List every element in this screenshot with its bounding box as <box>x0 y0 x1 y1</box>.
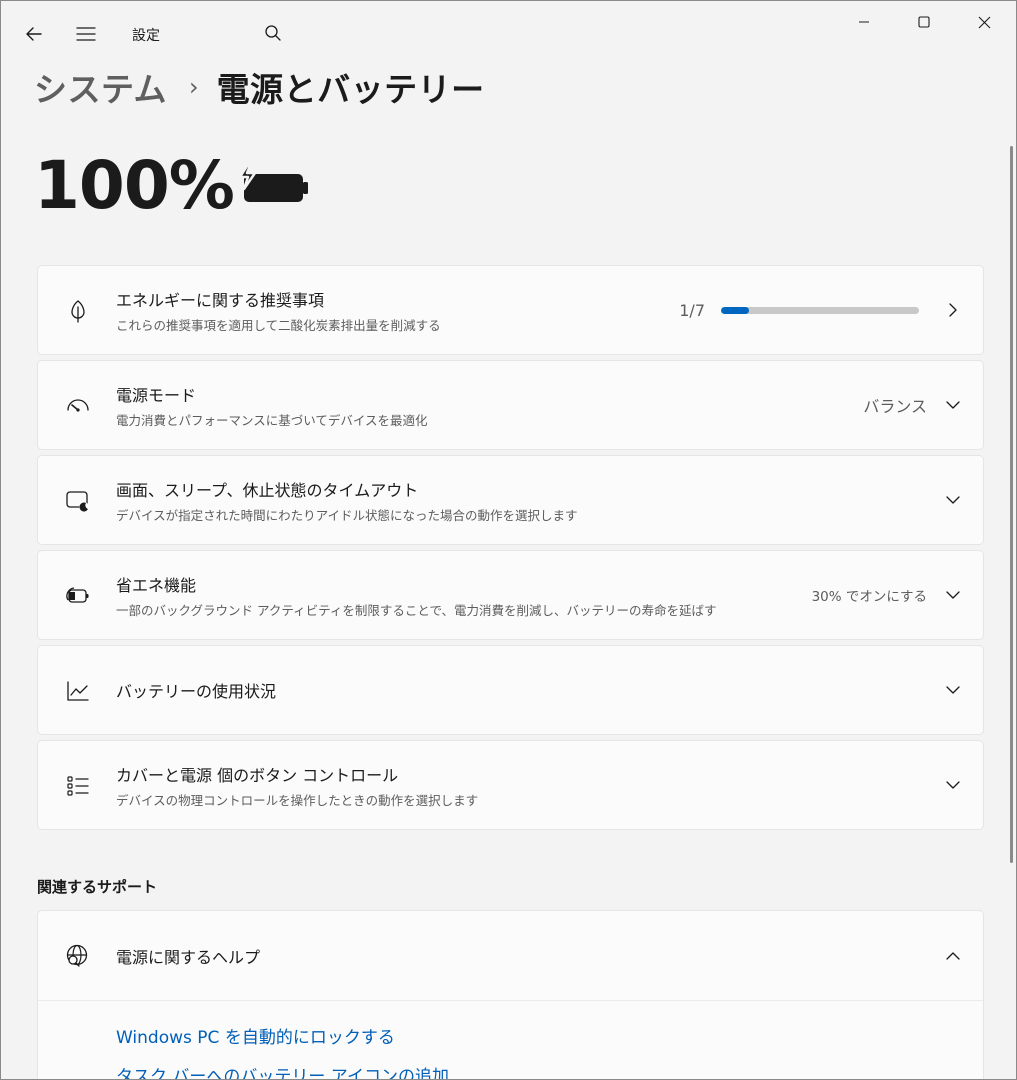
power-mode-title: 電源モード <box>116 385 197 405</box>
chevron-down-icon <box>943 775 963 795</box>
energy-progress-text: 1/7 <box>679 300 705 320</box>
list-controls-icon <box>58 766 98 806</box>
screen-sleep-title: 画面、スリープ、休止状態のタイムアウト <box>116 480 419 500</box>
battery-percentage: 100% <box>34 147 235 224</box>
back-arrow-icon <box>26 27 42 41</box>
energy-saver-subtitle: 一部のバックグラウンド アクティビティを制限することで、電力消費を削減し、バッテ… <box>116 602 717 618</box>
minimize-icon <box>859 21 869 23</box>
screen-sleep-card[interactable]: 画面、スリープ、休止状態のタイムアウト デバイスが指定された時間にわたりアイドル… <box>37 455 984 545</box>
power-mode-card[interactable]: 電源モード 電力消費とパフォーマンスに基づいてデバイスを最適化 バランス <box>37 360 984 450</box>
lid-power-buttons-card[interactable]: カバーと電源 個のボタン コントロール デバイスの物理コントロールを操作したとき… <box>37 740 984 830</box>
close-button[interactable] <box>954 1 1014 43</box>
battery-usage-title: バッテリーの使用状況 <box>116 682 277 701</box>
maximize-icon <box>918 16 930 28</box>
leaf-icon <box>58 291 98 331</box>
related-support-heading: 関連するサポート <box>37 878 158 896</box>
help-links: Windows PC を自動的にロックする タスク バーへのバッテリー アイコン… <box>116 1023 449 1079</box>
energy-recommendations-title: エネルギーに関する推奨事項 <box>116 290 325 310</box>
breadcrumb: システム › 電源とバッテリー <box>34 63 485 111</box>
maximize-button[interactable] <box>894 1 954 43</box>
energy-progress-bar <box>721 306 919 314</box>
energy-recommendations-card[interactable]: エネルギーに関する推奨事項 これらの推奨事項を適用して二酸化炭素排出量を削減する… <box>37 265 984 355</box>
screen-sleep-subtitle: デバイスが指定された時間にわたりアイドル状態になった場合の動作を選択します <box>116 507 578 523</box>
close-icon <box>978 16 990 28</box>
chevron-right-icon <box>943 300 963 320</box>
gauge-icon <box>58 386 98 426</box>
back-button[interactable] <box>14 14 54 54</box>
power-help-title: 電源に関するヘルプ <box>116 947 261 967</box>
nav-menu-button[interactable] <box>66 14 106 54</box>
power-help-header[interactable]: 電源に関するヘルプ <box>38 911 983 1001</box>
minimize-button[interactable] <box>834 1 894 43</box>
help-link-taskbar-battery[interactable]: タスク バーへのバッテリー アイコンの追加 <box>116 1062 449 1079</box>
screen-sleep-icon <box>58 481 98 521</box>
settings-window: 設定 システム › 電源とバッテリー 100% エネルギーに関する推奨事項 これ… <box>0 0 1017 1080</box>
window-title: 設定 <box>132 28 160 44</box>
lid-power-buttons-title: カバーと電源 個のボタン コントロール <box>116 765 399 785</box>
energy-saver-card[interactable]: 省エネ機能 一部のバックグラウンド アクティビティを制限することで、電力消費を削… <box>37 550 984 640</box>
search-button[interactable] <box>253 13 293 53</box>
power-mode-subtitle: 電力消費とパフォーマンスに基づいてデバイスを最適化 <box>116 412 428 428</box>
power-mode-value[interactable]: バランス <box>863 393 927 417</box>
energy-progress-fill <box>721 306 750 314</box>
breadcrumb-system-link[interactable]: システム <box>34 63 167 111</box>
chevron-down-icon <box>943 395 963 415</box>
vertical-scrollbar[interactable] <box>1010 146 1013 863</box>
battery-usage-card[interactable]: バッテリーの使用状況 <box>37 645 984 735</box>
chevron-down-icon <box>943 680 963 700</box>
globe-search-icon <box>58 936 98 976</box>
chevron-down-icon <box>943 490 963 510</box>
chevron-down-icon <box>943 585 963 605</box>
line-chart-icon <box>58 671 98 711</box>
battery-saver-icon <box>58 576 98 616</box>
power-help-card: 電源に関するヘルプ Windows PC を自動的にロックする タスク バーへの… <box>37 910 984 1079</box>
search-icon <box>265 25 281 41</box>
title-bar: 設定 <box>1 1 1016 57</box>
energy-recommendations-subtitle: これらの推奨事項を適用して二酸化炭素排出量を削減する <box>116 317 441 333</box>
help-link-lock-pc[interactable]: Windows PC を自動的にロックする <box>116 1023 449 1048</box>
breadcrumb-separator: › <box>189 73 199 101</box>
battery-charging-icon <box>238 161 308 202</box>
energy-saver-value[interactable]: 30% でオンにする <box>812 585 927 605</box>
page-title: 電源とバッテリー <box>216 70 485 109</box>
energy-saver-title: 省エネ機能 <box>116 575 197 595</box>
hamburger-icon <box>76 27 96 41</box>
chevron-up-icon <box>943 946 963 966</box>
lid-power-buttons-subtitle: デバイスの物理コントロールを操作したときの動作を選択します <box>116 792 479 808</box>
